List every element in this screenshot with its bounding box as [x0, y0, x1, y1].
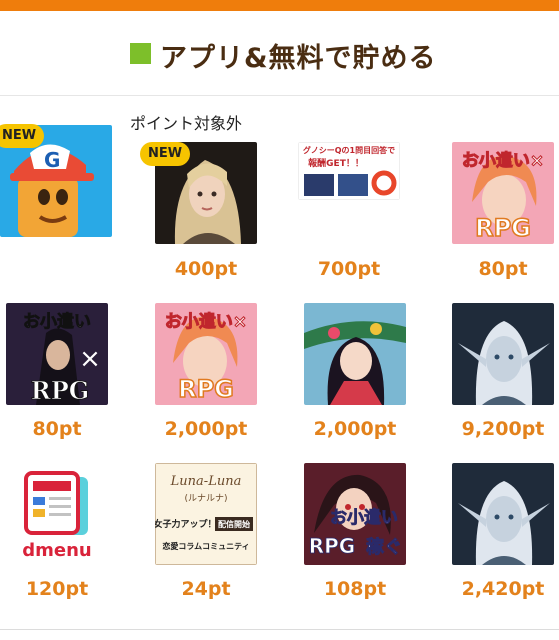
points-label: 80pt [32, 418, 82, 440]
green-square-icon [130, 43, 151, 64]
points-label: 400pt [174, 258, 238, 280]
points-label: 2,000pt [164, 418, 248, 440]
app-tile-okozukai-rpg[interactable]: お小遣い× RPG [452, 142, 554, 244]
tile-text: 恋愛コラムコミュニティ [162, 541, 249, 551]
tile-text: 女子力アップ！ [155, 518, 217, 530]
tile-title: お小遣い× [165, 311, 247, 332]
app-tile-elf-2[interactable] [452, 463, 554, 565]
points-label: 108pt [323, 578, 387, 600]
app-tile-gunosy[interactable]: グノシーQの1問目回答で 報酬GET！！ [298, 142, 400, 200]
banner-text-2: 報酬GET！！ [308, 157, 364, 169]
new-badge: NEW [140, 142, 191, 166]
tile-badge: 配信開始 [218, 519, 250, 529]
points-label: 9,200pt [461, 418, 545, 440]
tile-subtitle: RPG [178, 375, 234, 403]
section-header: アプリ&無料で貯める [0, 11, 559, 96]
points-label: 2,420pt [461, 578, 545, 600]
tile-title: お小遣い [330, 507, 398, 528]
app-tile-okozukai-rpg-kasegu[interactable]: お小遣い RPG 稼ぐ [304, 463, 406, 565]
points-label: 700pt [317, 258, 381, 280]
tile-subtitle: RPG [309, 534, 355, 558]
app-tile-elf-1[interactable] [452, 303, 554, 405]
section-title: アプリ&無料で貯める [160, 43, 437, 74]
tile-title: Luna-Luna [170, 474, 242, 489]
dmenu-logo: dmenu [22, 540, 91, 561]
tile-text: 稼ぐ [366, 536, 402, 558]
tile-cross: × [79, 344, 101, 374]
tile-title: お小遣い [23, 311, 91, 332]
app-tile-okozukai-rpg-dark[interactable]: お小遣い × RPG [6, 303, 108, 405]
points-label: 2,000pt [313, 418, 397, 440]
divider [0, 629, 559, 630]
app-tile-dmenu[interactable]: dmenu [6, 463, 108, 565]
top-accent-bar [0, 0, 559, 11]
points-label: 120pt [25, 578, 89, 600]
tile-subtitle: (ルナルナ) [184, 493, 227, 504]
svg-text:G: G [44, 148, 60, 172]
tile-title: お小遣い× [462, 150, 544, 171]
app-tile-okozukai-rpg-2[interactable]: お小遣い× RPG [155, 303, 257, 405]
points-label: 24pt [181, 578, 231, 600]
section-note: ポイント対象外 [130, 114, 243, 133]
tile-subtitle: RPG [31, 376, 90, 405]
tile-subtitle: RPG [475, 214, 531, 242]
points-label: 80pt [478, 258, 528, 280]
new-badge: NEW [0, 124, 45, 148]
app-tile-luna-luna[interactable]: Luna-Luna (ルナルナ) 女子力アップ！ 配信開始 恋愛コラムコミュニテ… [155, 463, 257, 565]
app-tile-shrine-girl[interactable] [304, 303, 406, 405]
banner-text: グノシーQの1問目回答で [303, 145, 395, 155]
